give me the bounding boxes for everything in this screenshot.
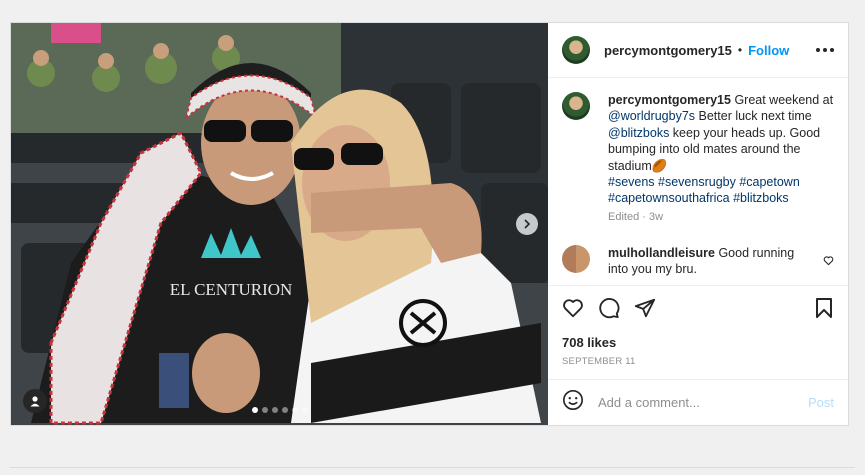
- edited-label: Edited: [608, 210, 640, 223]
- comment-input[interactable]: [598, 395, 808, 410]
- carousel-dot[interactable]: [251, 407, 258, 413]
- caption-text: percymontgomery15 Great weekend at @worl…: [608, 92, 838, 207]
- page-divider: [10, 467, 855, 468]
- post-button[interactable]: Post: [808, 395, 834, 410]
- post-header: percymontgomery15 • Follow: [548, 23, 848, 78]
- post-photo: EL CENTURION: [11, 23, 548, 425]
- shirt-brand-text: EL CENTURION: [170, 280, 293, 299]
- edited-meta: Edited · 3w: [608, 210, 664, 223]
- follow-button[interactable]: Follow: [748, 43, 789, 58]
- caption-username[interactable]: percymontgomery15: [608, 93, 731, 107]
- emoji-icon[interactable]: [562, 389, 584, 416]
- carousel-dot[interactable]: [301, 407, 308, 413]
- separator-dot: •: [737, 43, 743, 57]
- carousel-dot[interactable]: [291, 407, 298, 413]
- mention-link[interactable]: @blitzboks: [608, 126, 669, 140]
- likes-count[interactable]: 708 likes: [548, 335, 848, 350]
- save-icon[interactable]: [814, 297, 834, 324]
- mention-link[interactable]: @worldrugby7s: [608, 109, 695, 123]
- share-icon[interactable]: [634, 297, 656, 324]
- action-bar: [548, 285, 848, 335]
- heart-icon[interactable]: [562, 297, 584, 324]
- instagram-embed: EL CENTURION percymontgomery15 • Follow …: [10, 22, 849, 426]
- carousel-dot[interactable]: [261, 407, 268, 413]
- comment-icon[interactable]: [598, 297, 620, 324]
- username[interactable]: percymontgomery15: [604, 43, 732, 58]
- caption: percymontgomery15 Great weekend at @worl…: [562, 92, 834, 223]
- caption-part: Great weekend at: [730, 93, 834, 107]
- comment-text: mulhollandleisure Good running into you …: [608, 245, 808, 278]
- post-sidebar: percymontgomery15 • Follow percymontgome…: [548, 23, 848, 425]
- next-arrow-icon[interactable]: [516, 213, 538, 235]
- post-media[interactable]: EL CENTURION: [11, 23, 548, 425]
- avatar[interactable]: [562, 36, 590, 64]
- carousel-dot[interactable]: [281, 407, 288, 413]
- caption-avatar[interactable]: [562, 92, 590, 120]
- comment-avatar[interactable]: [562, 244, 590, 273]
- edited-time: 3w: [648, 210, 664, 223]
- add-comment-bar: Post: [548, 379, 848, 425]
- comments-section: percymontgomery15 Great weekend at @worl…: [548, 78, 848, 285]
- carousel-dot[interactable]: [271, 407, 278, 413]
- hashtags-link[interactable]: #sevens #sevensrugby #capetown #capetown…: [608, 175, 800, 205]
- carousel-dots: [11, 407, 548, 413]
- comment-item: mulhollandleisure Good running into you …: [562, 244, 834, 278]
- comment-username[interactable]: mulhollandleisure: [608, 246, 715, 260]
- post-date: SEPTEMBER 11: [562, 356, 636, 367]
- caption-part: Better luck next time: [695, 109, 812, 124]
- comment-heart-icon[interactable]: [823, 253, 834, 271]
- more-icon[interactable]: [816, 48, 834, 52]
